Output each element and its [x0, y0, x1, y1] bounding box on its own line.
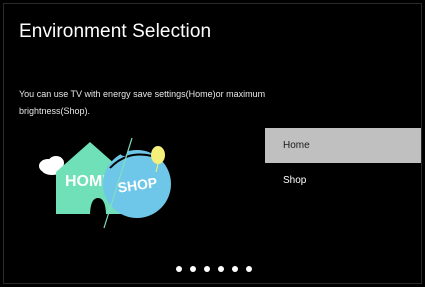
environment-menu: Home Shop — [265, 128, 421, 198]
description-text: You can use TV with energy save settings… — [19, 89, 266, 116]
page-dot-icon[interactable] — [246, 266, 252, 272]
menu-item-label: Home — [283, 140, 310, 151]
page-dot-icon[interactable] — [176, 266, 182, 272]
home-shop-illustration: HOME SHOP — [39, 137, 171, 229]
menu-item-shop[interactable]: Shop — [265, 163, 421, 198]
menu-item-label: Shop — [283, 175, 307, 186]
menu-item-home[interactable]: Home — [265, 128, 421, 163]
environment-selection-screen: Environment Selection You can use TV wit… — [3, 3, 422, 284]
page-dot-icon[interactable] — [218, 266, 224, 272]
page-dot-icon[interactable] — [190, 266, 196, 272]
page-title: Environment Selection — [19, 21, 212, 42]
page-dot-icon[interactable] — [232, 266, 238, 272]
pagination-dots — [4, 266, 421, 272]
page-dot-icon[interactable] — [204, 266, 210, 272]
